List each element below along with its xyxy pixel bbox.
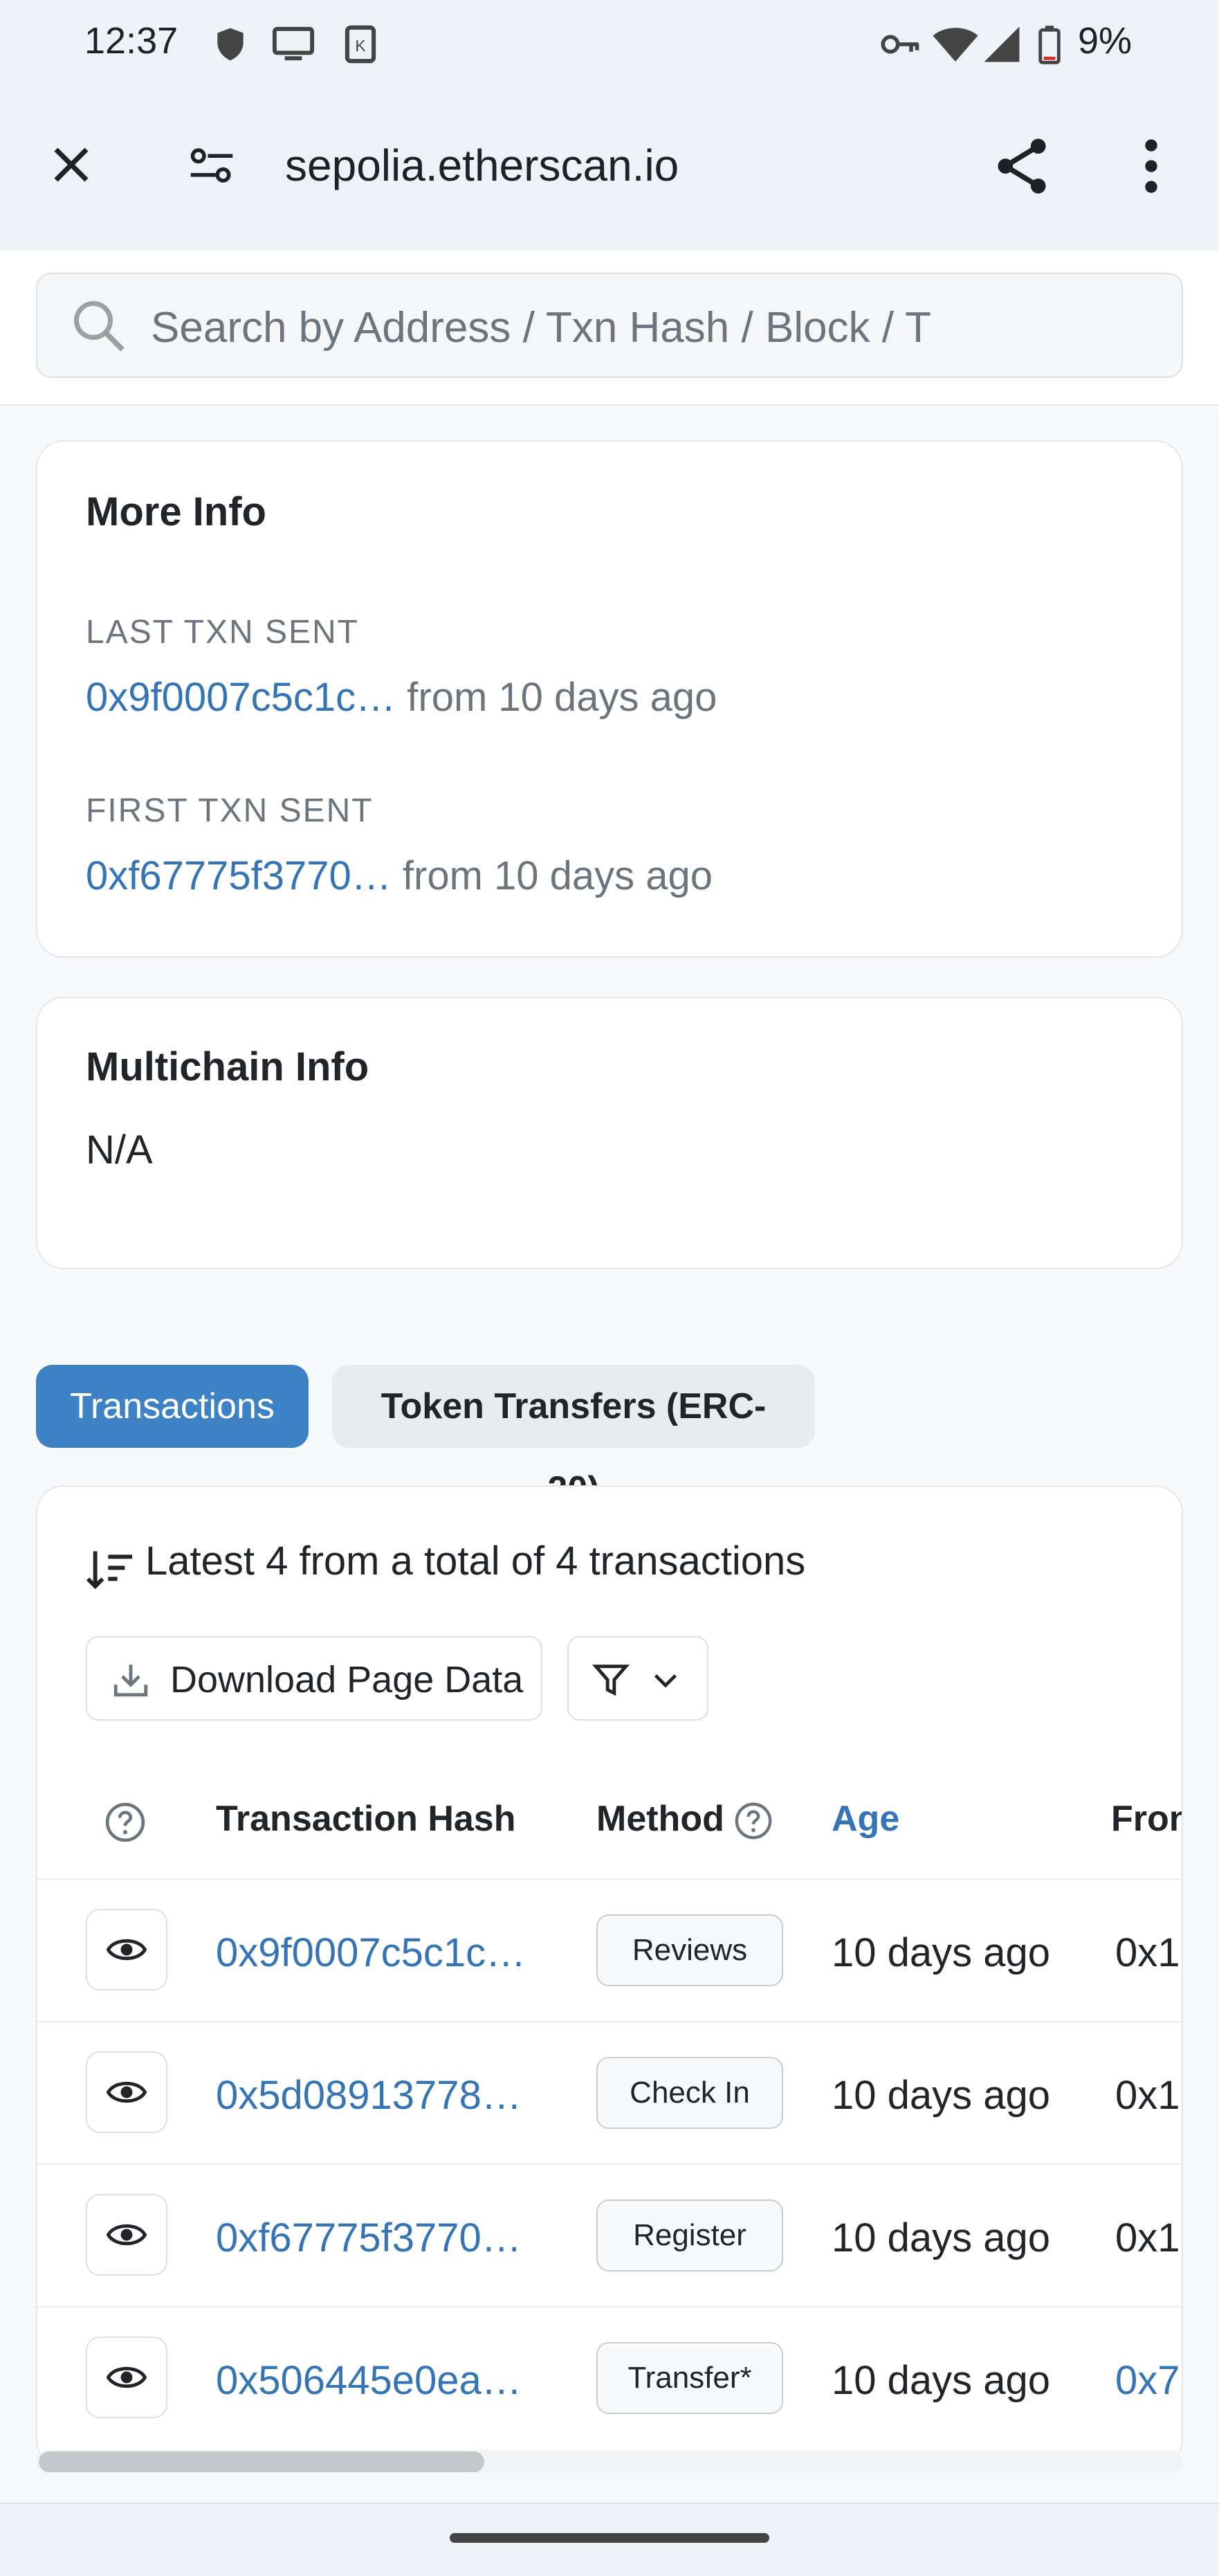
status-bar: 12:37 K 9% xyxy=(0,0,1219,90)
method-badge: Register xyxy=(596,2199,783,2271)
first-txn-time: from 10 days ago xyxy=(402,853,713,898)
txn-from: 0x1 xyxy=(1115,2073,1180,2118)
signal-icon xyxy=(984,26,1020,62)
filter-dropdown-button[interactable] xyxy=(567,1636,708,1721)
tab-token-transfers[interactable]: Token Transfers (ERC-20) xyxy=(332,1365,815,1509)
eye-icon xyxy=(107,2367,147,2388)
sort-icon xyxy=(86,1551,132,1590)
filter-icon xyxy=(592,1665,630,1696)
last-txn-label: LAST TXN SENT xyxy=(86,614,359,651)
table-row: 0xf67775f3770… Register 10 days ago 0x1 xyxy=(37,2165,1182,2307)
search-bar-wrapper: Search by Address / Txn Hash / Block / T xyxy=(0,251,1219,406)
eye-button[interactable] xyxy=(86,2051,167,2133)
download-label: Download Page Data xyxy=(170,1659,524,1700)
table-scrollbar-thumb[interactable] xyxy=(39,2451,484,2472)
last-txn-row: 0x9f0007c5c1c… from 10 days ago xyxy=(86,674,717,720)
search-input[interactable]: Search by Address / Txn Hash / Block / T xyxy=(36,273,1183,378)
table-row: 0x506445e0ea… Transfer* 10 days ago 0x7 xyxy=(37,2307,1182,2450)
eye-button[interactable] xyxy=(86,2337,167,2418)
table-row: 0x9f0007c5c1c… Reviews 10 days ago 0x1 xyxy=(37,1880,1182,2022)
status-time: 12:37 xyxy=(84,20,178,62)
help-circle-icon[interactable] xyxy=(104,1801,147,1844)
svg-text:K: K xyxy=(355,37,366,55)
key-icon xyxy=(881,35,919,54)
txn-from-link[interactable]: 0x7 xyxy=(1115,2357,1180,2404)
txn-hash-link[interactable]: 0x9f0007c5c1c… xyxy=(216,1930,526,1976)
txn-age: 10 days ago xyxy=(832,2358,1051,2403)
eye-icon xyxy=(107,1939,147,1960)
txn-hash-link[interactable]: 0xf67775f3770… xyxy=(216,2215,522,2261)
shield-icon xyxy=(217,28,244,61)
method-badge: Reviews xyxy=(596,1914,783,1986)
multichain-info-card: Multichain Info N/A xyxy=(36,997,1183,1269)
txn-hash-link[interactable]: 0x506445e0ea… xyxy=(216,2357,522,2404)
table-row: 0x5d08913778… Check In 10 days ago 0x1 xyxy=(37,2022,1182,2165)
eye-icon xyxy=(107,2224,147,2245)
method-help-icon[interactable] xyxy=(733,1801,773,1841)
txn-age: 10 days ago xyxy=(832,2215,1051,2260)
method-badge: Check In xyxy=(596,2057,783,2129)
transactions-panel: Latest 4 from a total of 4 transactions … xyxy=(36,1485,1183,2468)
first-txn-label: FIRST TXN SENT xyxy=(86,792,374,829)
first-txn-row: 0xf67775f3770… from 10 days ago xyxy=(86,853,713,899)
col-age[interactable]: Age xyxy=(832,1798,899,1840)
more-info-title: More Info xyxy=(86,489,266,534)
txn-from: 0x1 xyxy=(1115,2215,1180,2260)
col-from: Fron xyxy=(1111,1799,1183,1839)
download-icon xyxy=(113,1665,148,1697)
tab-transactions[interactable]: Transactions xyxy=(36,1365,309,1448)
eye-icon xyxy=(107,2082,147,2103)
wifi-icon xyxy=(933,28,978,62)
txn-age: 10 days ago xyxy=(832,2073,1051,2118)
method-badge: Transfer* xyxy=(596,2342,783,2414)
battery-percent: 9% xyxy=(1078,20,1133,62)
txn-age: 10 days ago xyxy=(832,1930,1051,1975)
battery-icon xyxy=(1038,26,1061,64)
multichain-title: Multichain Info xyxy=(86,1044,369,1089)
close-icon[interactable] xyxy=(48,142,94,188)
last-txn-time: from 10 days ago xyxy=(407,675,717,720)
monitor-icon xyxy=(272,26,315,61)
txn-hash-link[interactable]: 0x5d08913778… xyxy=(216,2072,522,2119)
url-text[interactable]: sepolia.etherscan.io xyxy=(285,140,679,191)
eye-button[interactable] xyxy=(86,2194,167,2276)
multichain-value: N/A xyxy=(86,1127,153,1172)
more-info-card: More Info LAST TXN SENT 0x9f0007c5c1c… f… xyxy=(36,440,1183,958)
col-transaction-hash: Transaction Hash xyxy=(216,1799,516,1839)
last-txn-hash-link[interactable]: 0x9f0007c5c1c… xyxy=(86,675,396,720)
more-vert-icon[interactable] xyxy=(1142,138,1161,194)
home-gesture-handle[interactable] xyxy=(450,2533,769,2543)
chevron-down-icon xyxy=(654,1674,677,1688)
transactions-summary: Latest 4 from a total of 4 transactions xyxy=(145,1539,806,1584)
search-icon xyxy=(74,301,125,352)
share-icon[interactable] xyxy=(993,136,1050,197)
txn-from: 0x1 xyxy=(1115,1930,1180,1975)
keyboard-icon: K xyxy=(345,25,376,64)
first-txn-hash-link[interactable]: 0xf67775f3770… xyxy=(86,853,392,898)
eye-button[interactable] xyxy=(86,1909,167,1990)
search-placeholder: Search by Address / Txn Hash / Block / T xyxy=(151,304,931,352)
download-page-data-button[interactable]: Download Page Data xyxy=(86,1636,542,1721)
browser-toolbar: sepolia.etherscan.io xyxy=(0,90,1219,253)
col-method: Method xyxy=(596,1799,724,1839)
site-settings-icon[interactable] xyxy=(187,143,237,188)
